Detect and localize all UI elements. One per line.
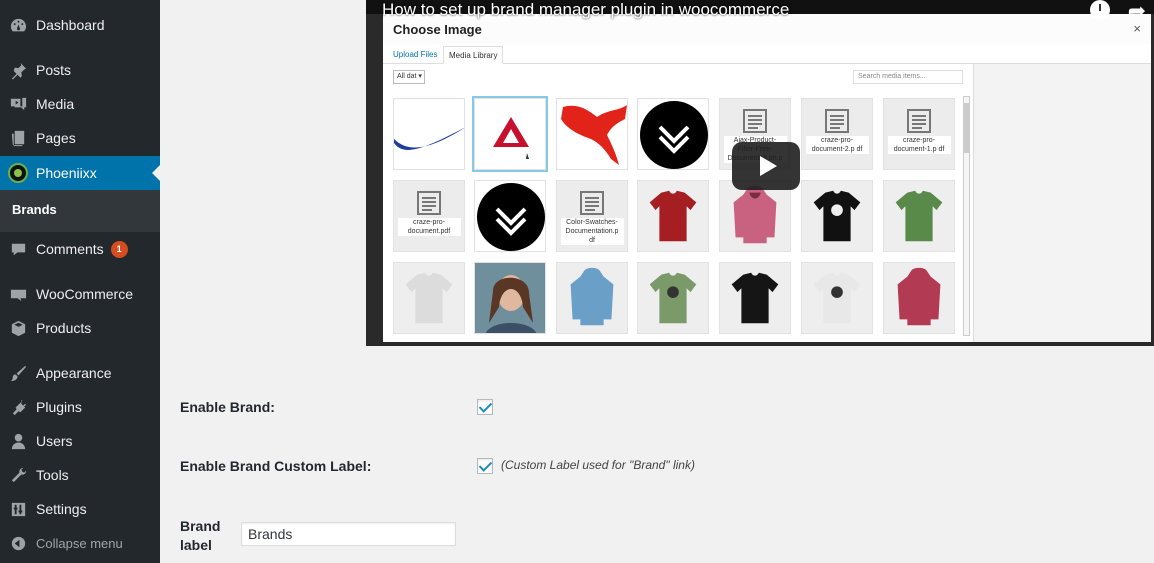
sidebar-item-products[interactable]: Products xyxy=(0,311,160,345)
document-name: Color-Swatches-Documentation.p df xyxy=(560,218,624,245)
enable-brand-custom-label-label: Enable Brand Custom Label: xyxy=(180,458,372,474)
date-filter-select[interactable]: All dat ▾ xyxy=(393,70,425,84)
media-item-hoodie[interactable] xyxy=(883,262,955,334)
collapse-icon xyxy=(0,534,36,553)
media-item-puma[interactable] xyxy=(556,98,628,170)
media-item-tshirt[interactable] xyxy=(801,262,873,334)
user-icon xyxy=(0,432,36,451)
scrollbar-thumb[interactable] xyxy=(964,103,969,153)
sidebar-item-woocommerce[interactable]: WooCommerce xyxy=(0,277,160,311)
media-item-reebok[interactable] xyxy=(472,96,548,172)
enable-brand-custom-label-checkbox[interactable] xyxy=(477,458,493,474)
sidebar-item-appearance[interactable]: Appearance xyxy=(0,356,160,390)
filter-value: All dat xyxy=(397,73,417,80)
sidebar-item-label: Posts xyxy=(36,62,72,78)
media-item-document[interactable]: craze-pro-document-1.p df xyxy=(883,98,955,170)
enable-brand-label: Enable Brand: xyxy=(180,399,275,415)
sidebar-item-dashboard[interactable]: Dashboard xyxy=(0,8,160,42)
brand-label-line2: label xyxy=(180,537,212,553)
sidebar-item-plugins[interactable]: Plugins xyxy=(0,390,160,424)
phoeniixx-logo-icon xyxy=(0,163,36,183)
sidebar-item-label: Phoeniixx xyxy=(36,165,97,181)
play-button[interactable] xyxy=(732,142,800,190)
sidebar-item-label: Media xyxy=(36,96,75,112)
submenu-item-brands[interactable]: Brands xyxy=(12,202,57,217)
sidebar-item-label: Products xyxy=(36,320,92,336)
sidebar-item-label: Tools xyxy=(36,467,69,483)
media-item-chevron-logo[interactable] xyxy=(474,180,546,252)
custom-label-description: (Custom Label used for "Brand" link) xyxy=(501,458,695,472)
sidebar-item-tools[interactable]: Tools xyxy=(0,458,160,492)
brush-icon xyxy=(0,364,36,383)
sidebar-item-label: Comments xyxy=(36,241,104,257)
tab-media-library[interactable]: Media Library xyxy=(443,46,504,64)
sidebar-item-label: Dashboard xyxy=(36,17,105,33)
brand-label-input[interactable] xyxy=(241,522,456,546)
enable-brand-checkbox[interactable] xyxy=(477,399,493,415)
document-name: craze-pro-document-2.p df xyxy=(805,136,869,154)
woo-icon xyxy=(0,285,36,304)
media-item-photo-woman[interactable] xyxy=(474,262,546,334)
pages-icon xyxy=(0,129,36,148)
sidebar-item-phoeniixx[interactable]: Phoeniixx xyxy=(0,156,160,190)
sidebar-item-label: Appearance xyxy=(36,365,112,381)
sidebar-item-posts[interactable]: Posts xyxy=(0,53,160,87)
video-player[interactable]: How to set up brand manager plugin in wo… xyxy=(366,0,1154,346)
sidebar-item-label: Settings xyxy=(36,501,87,517)
sidebar-item-users[interactable]: Users xyxy=(0,424,160,458)
media-item-chevron-logo[interactable] xyxy=(637,98,709,170)
document-name: craze-pro-document.pdf xyxy=(397,218,461,236)
video-title[interactable]: How to set up brand manager plugin in wo… xyxy=(382,0,789,20)
modal-title: Choose Image xyxy=(393,22,482,37)
share-icon[interactable]: ➦ xyxy=(1128,0,1146,24)
media-item-hoodie[interactable] xyxy=(556,262,628,334)
cube-icon xyxy=(0,319,36,338)
sidebar-item-pages[interactable]: Pages xyxy=(0,121,160,155)
media-item-tshirt[interactable] xyxy=(801,180,873,252)
comment-count-badge: 1 xyxy=(110,240,128,258)
media-item-tshirt[interactable] xyxy=(883,180,955,252)
search-media-input[interactable]: Search media items... xyxy=(853,70,963,84)
attachment-details-panel xyxy=(973,64,1151,342)
brand-label-line1: Brand xyxy=(180,518,221,534)
tab-upload-files[interactable]: Upload Files xyxy=(388,46,442,64)
media-item-tshirt[interactable] xyxy=(393,262,465,334)
pin-icon xyxy=(0,61,36,80)
sidebar-item-label: WooCommerce xyxy=(36,286,133,302)
sidebar-item-label: Users xyxy=(36,433,73,449)
sidebar-item-settings[interactable]: Settings xyxy=(0,492,160,526)
modal-tabs: Upload Files Media Library xyxy=(383,44,1151,64)
document-name: craze-pro-document-1.p df xyxy=(887,136,951,154)
brand-label-label: Brand label xyxy=(180,517,220,555)
media-item-nike[interactable] xyxy=(393,98,465,170)
dashboard-icon xyxy=(0,16,36,35)
scrollbar[interactable] xyxy=(963,96,970,336)
media-icon xyxy=(0,95,36,114)
current-menu-arrow xyxy=(152,165,160,181)
sidebar-item-media[interactable]: Media xyxy=(0,87,160,121)
sliders-icon xyxy=(0,500,36,519)
play-icon xyxy=(759,156,777,176)
media-item-tshirt[interactable] xyxy=(637,262,709,334)
media-item-tshirt[interactable] xyxy=(637,180,709,252)
wrench-icon xyxy=(0,466,36,485)
media-item-hoodie[interactable] xyxy=(719,180,791,252)
media-item-document[interactable]: craze-pro-document-2.p df xyxy=(801,98,873,170)
sidebar-item-label: Collapse menu xyxy=(36,535,123,551)
media-item-document[interactable]: craze-pro-document.pdf xyxy=(393,180,465,252)
media-item-document[interactable]: Color-Swatches-Documentation.p df xyxy=(556,180,628,252)
sidebar-item-label: Plugins xyxy=(36,399,82,415)
watch-later-icon[interactable] xyxy=(1090,0,1110,20)
collapse-menu-button[interactable]: Collapse menu xyxy=(0,526,160,560)
plug-icon xyxy=(0,398,36,417)
admin-sidebar: Dashboard Posts Media Pages Phoeniixx Br… xyxy=(0,0,160,563)
media-item-tshirt[interactable] xyxy=(719,262,791,334)
comment-icon xyxy=(0,240,36,259)
sidebar-item-comments[interactable]: Comments 1 xyxy=(0,232,160,266)
sidebar-item-label: Pages xyxy=(36,130,76,146)
